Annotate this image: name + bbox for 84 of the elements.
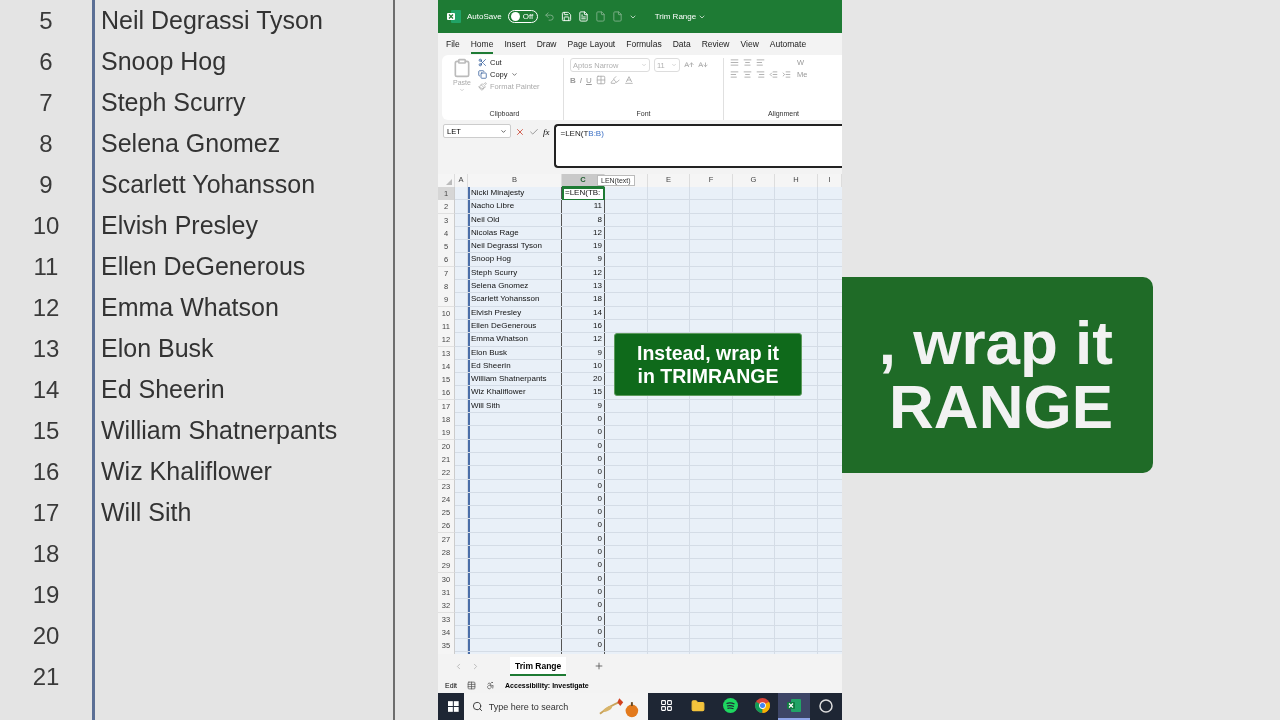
name-text: Steph Scurry (101, 88, 246, 117)
autosave-label: AutoSave (467, 12, 502, 21)
table-cell-text: 20 (592, 373, 603, 386)
row-number: 10 (31, 211, 61, 240)
row-number: 15 (31, 416, 61, 445)
table-cell-text: Will Sith (470, 399, 501, 412)
table-cell-text: 0 (596, 413, 603, 426)
table-cell-text: 12 (592, 333, 603, 346)
table-cell-text: Nicki Minajesty (470, 187, 526, 199)
name-text: Scarlett Yohansson (101, 170, 316, 199)
name-text: Ellen DeGenerous (101, 252, 306, 281)
table-cell-text: Scarlett Yohansson (470, 293, 541, 306)
table-cell-text: Nicolas Rage (470, 226, 520, 239)
table-cell-text: 11 (592, 200, 603, 213)
row-number: 8 (38, 129, 54, 158)
table-cell-text: William Shatnerpants (470, 373, 548, 386)
table-cell-text: 0 (596, 426, 603, 439)
table-cell-text: 9 (596, 399, 603, 412)
name-text: Emma Whatson (101, 293, 279, 322)
table-cell-text: 0 (596, 585, 603, 598)
table-cell-text: 0 (596, 479, 603, 492)
row-number: 19 (31, 580, 61, 609)
table-cell-text: 19 (592, 240, 603, 253)
table-cell-text: 0 (596, 572, 603, 585)
name-text: Selena Gnomez (101, 129, 281, 158)
table-cell-text: Emma Whatson (470, 333, 529, 346)
row-number: 5 (38, 6, 54, 35)
table-cell-text: 10 (592, 359, 603, 372)
table-cell-text: 0 (596, 625, 603, 638)
name-text: Neil Degrassi Tyson (101, 6, 323, 35)
table-cell-text: 13 (592, 280, 603, 293)
row-number: 21 (31, 662, 61, 691)
name-text: Ed Sheerin (101, 375, 225, 404)
table-cell-text: 0 (596, 532, 603, 545)
name-text: Snoop Hog (101, 47, 227, 76)
table-cell-text: Selena Gnomez (470, 280, 530, 293)
row-number: 7 (38, 88, 54, 117)
table-cell-text: 8 (596, 213, 603, 226)
table-cell-text: 0 (596, 492, 603, 505)
name-text: Elvish Presley (101, 211, 258, 240)
row-number: 16 (31, 457, 61, 486)
table-cell-text: Nacho Libre (470, 200, 516, 213)
table-cell-text: 0 (596, 466, 603, 479)
caption-text: , wrap it RANGE (842, 277, 1153, 473)
table-cell-text: Ellen DeGenerous (470, 319, 538, 332)
row-number: 11 (32, 252, 60, 281)
table-cell-text: Ed Sheerin (470, 359, 512, 372)
table-cell-text: 16 (592, 319, 603, 332)
name-text: Elon Busk (101, 334, 214, 363)
table-cell-text: 9 (596, 253, 603, 266)
caption-text: Instead, wrap it in TRIMRANGE (614, 333, 802, 396)
table-cell-text: 12 (592, 226, 603, 239)
table-cell-text: 14 (592, 306, 603, 319)
table-cell-text: 0 (596, 439, 603, 452)
table-cell-text: Snoop Hog (470, 253, 513, 266)
table-cell-text: 12 (592, 266, 603, 279)
row-number: 13 (31, 334, 61, 363)
row-number: 14 (31, 375, 61, 404)
table-cell-text: 0 (596, 452, 603, 465)
table-cell-text: 0 (596, 599, 603, 612)
table-cell-text: 0 (596, 559, 603, 572)
table-cell-text: Elon Busk (470, 346, 509, 359)
table-cell-text: Steph Scurry (470, 266, 519, 279)
table-cell-text: Neil Degrassi Tyson (470, 240, 543, 253)
table-cell-text: 0 (596, 519, 603, 532)
row-number: 20 (31, 621, 61, 650)
table-cell-text: Neil Old (470, 213, 501, 226)
row-number: 17 (31, 498, 61, 527)
row-number: 9 (38, 170, 54, 199)
table-cell-text: Elvish Presley (470, 306, 523, 319)
row-number: 18 (31, 539, 61, 568)
table-cell-text: 0 (596, 639, 603, 652)
table-cell-text: 18 (592, 293, 603, 306)
name-text: William Shatnerpants (101, 416, 338, 445)
row-number: 6 (38, 47, 54, 76)
row-number: 12 (31, 293, 61, 322)
name-text: Wiz Khaliflower (101, 457, 272, 486)
name-text: Will Sith (101, 498, 192, 527)
table-cell-text: 0 (596, 506, 603, 519)
table-cell-text: Wiz Khaliflower (470, 386, 527, 399)
table-cell-text: 15 (592, 386, 603, 399)
table-cell-text: 0 (596, 546, 603, 558)
table-cell-text: 0 (596, 612, 603, 625)
table-cell-text: 9 (596, 346, 603, 359)
